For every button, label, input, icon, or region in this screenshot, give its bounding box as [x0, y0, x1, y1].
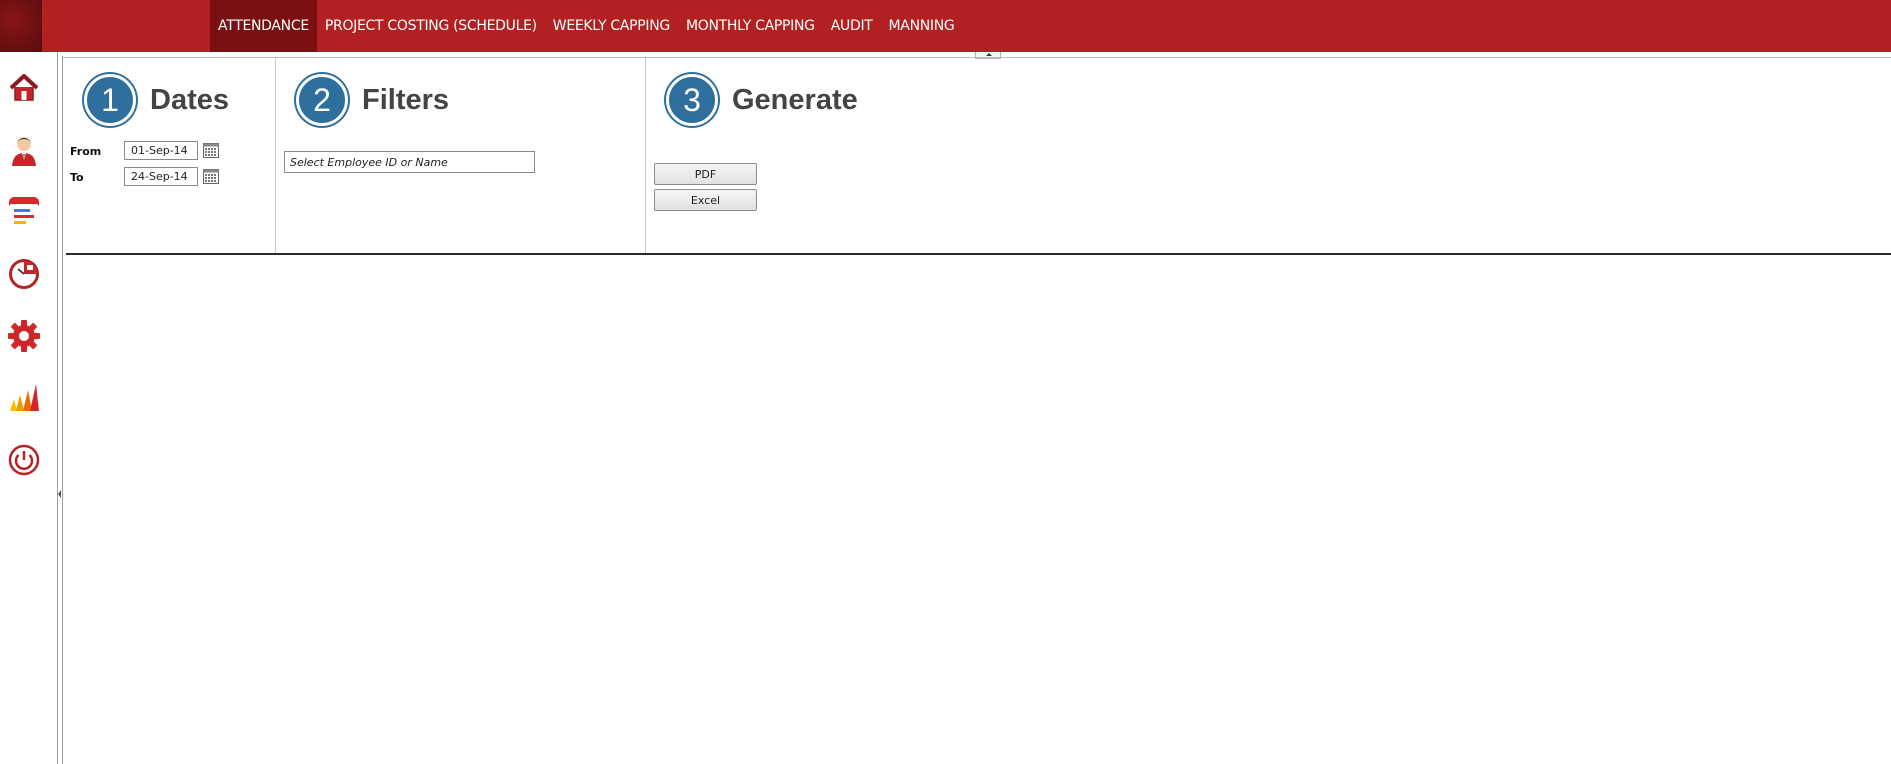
step-title: Dates	[150, 83, 229, 116]
sidebar-divider	[62, 56, 63, 764]
nav-tab-attendance[interactable]: ATTENDANCE	[210, 0, 317, 52]
from-calendar-icon[interactable]	[203, 142, 219, 158]
step-generate-header: 3 Generate	[666, 72, 858, 128]
section-divider	[275, 58, 276, 254]
nav-tab-weekly-capping[interactable]: WEEKLY CAPPING	[545, 0, 678, 52]
generate-pdf-button[interactable]: PDF	[654, 163, 757, 185]
app-logo	[0, 0, 42, 52]
step-title: Generate	[732, 83, 858, 116]
step-number-badge: 2	[296, 74, 348, 126]
nav-tab-project-costing[interactable]: PROJECT COSTING (SCHEDULE)	[317, 0, 545, 52]
to-date-input[interactable]: 24-Sep-14	[124, 167, 198, 186]
nav-tab-monthly-capping[interactable]: MONTHLY CAPPING	[678, 0, 823, 52]
home-icon[interactable]	[6, 70, 42, 106]
reports-chart-icon[interactable]	[6, 380, 42, 416]
generate-excel-button[interactable]: Excel	[654, 189, 757, 211]
nav-tab-manning[interactable]: MANNING	[881, 0, 963, 52]
to-calendar-icon[interactable]	[203, 168, 219, 184]
top-navigation-bar: ATTENDANCE PROJECT COSTING (SCHEDULE) WE…	[0, 0, 1891, 52]
schedule-icon[interactable]	[6, 194, 42, 230]
step-filters-header: 2 Filters	[296, 72, 449, 128]
step-dates-header: 1 Dates	[84, 72, 229, 128]
user-icon[interactable]	[6, 132, 42, 168]
step-number-badge: 3	[666, 74, 718, 126]
power-icon[interactable]	[6, 442, 42, 478]
panel-bottom-border	[66, 253, 1891, 255]
nav-tab-audit[interactable]: AUDIT	[823, 0, 881, 52]
section-divider	[645, 58, 646, 254]
from-label: From	[70, 145, 102, 158]
employee-filter-input[interactable]: Select Employee ID or Name	[284, 151, 535, 173]
to-label: To	[70, 171, 84, 184]
step-number-badge: 1	[84, 74, 136, 126]
main-nav: ATTENDANCE PROJECT COSTING (SCHEDULE) WE…	[210, 0, 962, 52]
panel-top-border	[63, 57, 1891, 58]
step-title: Filters	[362, 83, 450, 116]
left-sidebar	[0, 52, 58, 764]
timesheet-clock-icon[interactable]	[6, 256, 42, 292]
sidebar-splitter-handle[interactable]	[58, 487, 62, 501]
settings-gear-icon[interactable]	[6, 318, 42, 354]
from-date-input[interactable]: 01-Sep-14	[124, 141, 198, 160]
